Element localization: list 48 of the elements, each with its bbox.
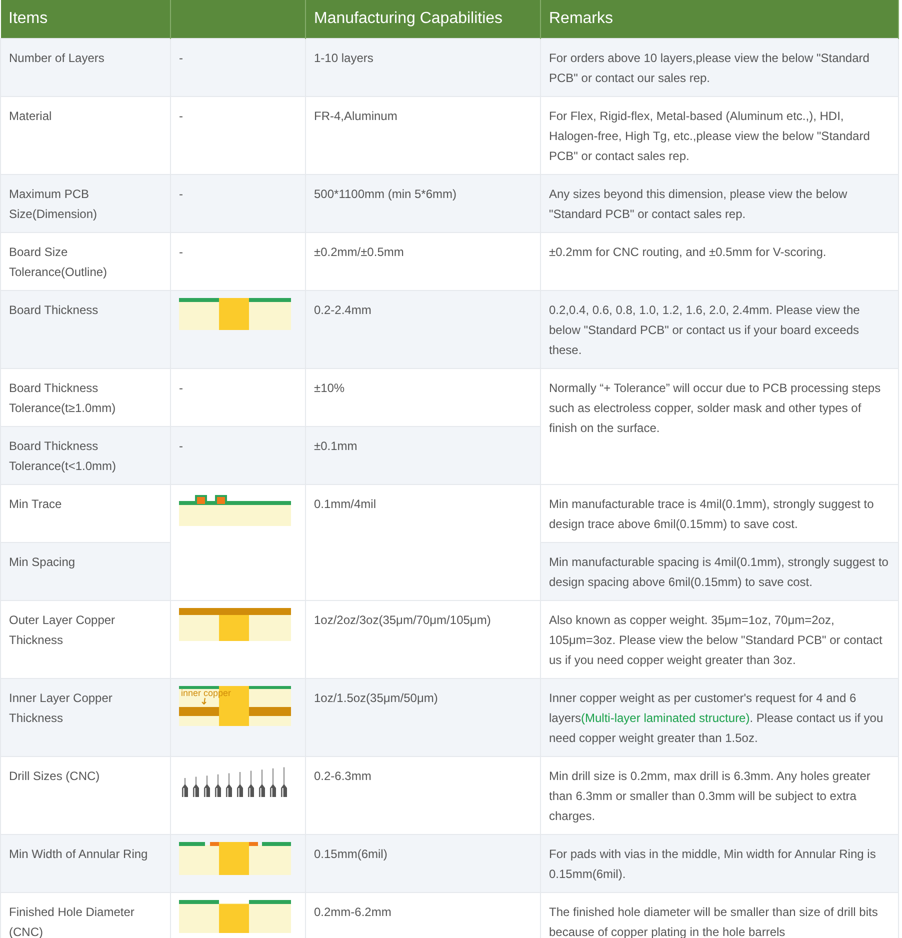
item-label: Board Thickness bbox=[9, 302, 98, 319]
item-label: Min Spacing bbox=[9, 554, 76, 571]
capability-value: 0.2mm-6.2mm bbox=[314, 904, 392, 921]
dash-text: - bbox=[179, 244, 183, 261]
remark-text: Any sizes beyond this dimension, please view the below "Standard PCB" or contact sales rep. bbox=[549, 187, 848, 221]
remark-text: For orders above 10 layers,please view the below "Standard PCB" or contact our sales rep. bbox=[549, 51, 870, 85]
capability-value: FR-4,Aluminum bbox=[314, 108, 398, 125]
column-header: Remarks bbox=[540, 0, 898, 38]
dash-text: - bbox=[179, 186, 183, 203]
item-label: Material bbox=[9, 108, 52, 125]
remark-text: For Flex, Rigid-flex, Metal-based (Aluminum etc.,), HDI, Halogen-free, High Tg, etc.,please view the below "Standard PCB" or contact sales rep. bbox=[549, 109, 870, 163]
item-label: Board Thickness Tolerance(t≥1.0mm) bbox=[9, 380, 117, 417]
capability-value: 0.15mm(6mil) bbox=[314, 846, 388, 863]
dash-text: - bbox=[179, 438, 183, 455]
column-header: Items bbox=[0, 0, 170, 38]
structure-link[interactable]: (Multi-layer laminated structure) bbox=[581, 711, 750, 725]
remark-text: Also known as copper weight. 35μm=1oz, 70μm=2oz, 105μm=3oz. Please view the below "Standard PCB" or contact us if you need copper weight greater than 3oz. bbox=[549, 613, 882, 667]
dash-text: - bbox=[179, 50, 183, 67]
item-label: Board Size Tolerance(Outline) bbox=[9, 244, 108, 281]
capability-value: 500*1100mm (min 5*6mm) bbox=[314, 186, 456, 203]
capability-value: ±0.1mm bbox=[314, 438, 358, 455]
capability-value: 1oz/2oz/3oz(35μm/70μm/105μm) bbox=[314, 612, 491, 629]
item-label: Min Trace bbox=[9, 496, 62, 513]
remark-text: Inner copper weight as per customer's request for 4 and 6 layers(Multi-layer laminated structure). Please contact us if you need copper weight greater than 1.5oz. bbox=[549, 691, 884, 745]
remark-text: For pads with vias in the middle, Min width for Annular Ring is 0.15mm(6mil). bbox=[549, 847, 876, 881]
remark-text: Min drill size is 0.2mm, max drill is 6.3mm. Any holes greater than 6.3mm or smaller than 0.3mm will be subject to extra charges. bbox=[549, 769, 870, 823]
remark-text: Normally “+ Tolerance” will occur due to PCB processing steps such as electroless copper, solder mask and other types of finish on the surface. bbox=[549, 381, 881, 435]
remark-text: ±0.2mm for CNC routing, and ±0.5mm for V-scoring. bbox=[549, 245, 826, 259]
item-label: Outer Layer Copper Thickness bbox=[9, 612, 116, 649]
capability-value: 0.2-6.3mm bbox=[314, 768, 372, 785]
item-label: Number of Layers bbox=[9, 50, 104, 67]
capability-value: ±10% bbox=[314, 380, 345, 397]
capability-value: ±0.2mm/±0.5mm bbox=[314, 244, 404, 261]
dash-text: - bbox=[179, 380, 183, 397]
capability-value: 0.2-2.4mm bbox=[314, 302, 372, 319]
item-label: Maximum PCB Size(Dimension) bbox=[9, 186, 98, 223]
capability-value: 1-10 layers bbox=[314, 50, 374, 67]
item-label: Inner Layer Copper Thickness bbox=[9, 690, 114, 727]
item-label: Board Thickness Tolerance(t<1.0mm) bbox=[9, 438, 118, 475]
dash-text: - bbox=[179, 108, 183, 125]
item-label: Min Width of Annular Ring bbox=[9, 846, 148, 863]
remark-text: Min manufacturable trace is 4mil(0.1mm), strongly suggest to design trace above 6mil(0.15mm) to save cost. bbox=[549, 497, 874, 531]
remark-text: 0.2,0.4, 0.6, 0.8, 1.0, 1.2, 1.6, 2.0, 2.4mm. Please view the below "Standard PCB" or contact us if your board exceeds these. bbox=[549, 303, 860, 357]
column-header: Manufacturing Capabilities bbox=[306, 0, 540, 38]
remark-text: Min manufacturable spacing is 4mil(0.1mm), strongly suggest to design spacing above 6mil(0.15mm) to save cost. bbox=[549, 555, 888, 589]
capability-value: 0.1mm/4mil bbox=[314, 496, 376, 513]
item-label: Drill Sizes (CNC) bbox=[9, 768, 100, 785]
capability-value: 1oz/1.5oz(35μm/50μm) bbox=[314, 690, 438, 707]
